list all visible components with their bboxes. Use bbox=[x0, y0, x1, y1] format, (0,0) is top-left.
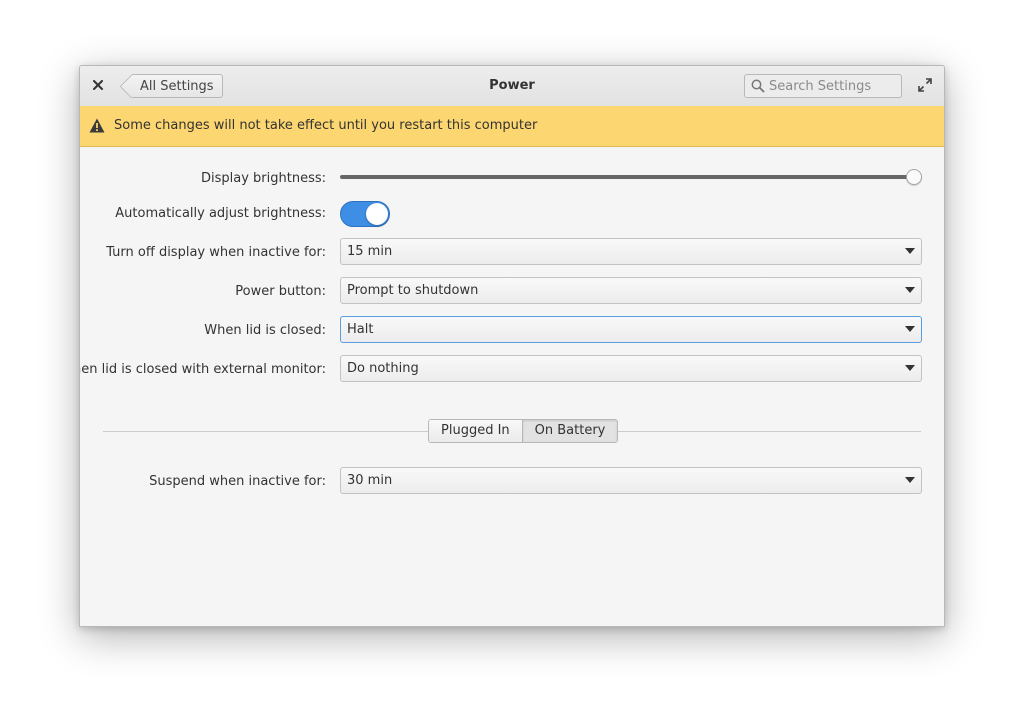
power-button-value: Prompt to shutdown bbox=[347, 283, 479, 298]
slider-knob[interactable] bbox=[906, 169, 922, 185]
warning-icon bbox=[89, 118, 105, 133]
tab-on-battery[interactable]: On Battery bbox=[521, 420, 618, 442]
lid-closed-external-dropdown[interactable]: Do nothing bbox=[340, 355, 922, 382]
power-source-switcher: Plugged In On Battery bbox=[428, 419, 619, 443]
suspend-dropdown[interactable]: 30 min bbox=[340, 467, 922, 494]
lid-closed-label: When lid is closed: bbox=[204, 323, 326, 338]
display-off-value: 15 min bbox=[347, 244, 393, 259]
dropdown-arrow-icon bbox=[905, 326, 915, 332]
lid-closed-dropdown[interactable]: Halt bbox=[340, 316, 922, 343]
auto-brightness-switch[interactable] bbox=[340, 201, 390, 227]
dropdown-arrow-icon bbox=[905, 287, 915, 293]
display-brightness-label: Display brightness: bbox=[200, 171, 326, 186]
close-icon bbox=[93, 80, 103, 90]
display-off-dropdown[interactable]: 15 min bbox=[340, 238, 922, 265]
lid-closed-value: Halt bbox=[347, 322, 374, 337]
dropdown-arrow-icon bbox=[905, 477, 915, 483]
maximize-button[interactable] bbox=[918, 78, 934, 94]
display-off-label: Turn off display when inactive for: bbox=[106, 245, 326, 260]
back-button-label: All Settings bbox=[140, 79, 214, 94]
auto-brightness-label: Automatically adjust brightness: bbox=[115, 206, 326, 221]
suspend-label: Suspend when inactive for: bbox=[149, 474, 326, 489]
tab-plugged-in[interactable]: Plugged In bbox=[429, 420, 522, 442]
slider-trough bbox=[340, 175, 914, 179]
all-settings-back-button[interactable]: All Settings bbox=[132, 74, 223, 98]
search-icon bbox=[751, 79, 765, 93]
display-brightness-slider[interactable] bbox=[340, 169, 922, 185]
power-button-label: Power button: bbox=[235, 284, 326, 299]
search-input[interactable] bbox=[769, 77, 895, 95]
title-bar: All Settings Power bbox=[80, 66, 944, 107]
close-button[interactable] bbox=[90, 77, 106, 93]
dropdown-arrow-icon bbox=[905, 248, 915, 254]
settings-window: All Settings Power Some changes will not… bbox=[79, 65, 945, 627]
search-box[interactable] bbox=[744, 74, 902, 98]
restart-warning-infobar: Some changes will not take effect until … bbox=[80, 106, 944, 147]
power-button-dropdown[interactable]: Prompt to shutdown bbox=[340, 277, 922, 304]
lid-closed-external-label: When lid is closed with external monitor… bbox=[79, 362, 326, 377]
lid-closed-external-value: Do nothing bbox=[347, 361, 419, 376]
suspend-value: 30 min bbox=[347, 473, 393, 488]
switch-knob bbox=[366, 203, 388, 225]
infobar-message: Some changes will not take effect until … bbox=[114, 118, 538, 133]
maximize-icon bbox=[918, 78, 932, 92]
dropdown-arrow-icon bbox=[905, 365, 915, 371]
